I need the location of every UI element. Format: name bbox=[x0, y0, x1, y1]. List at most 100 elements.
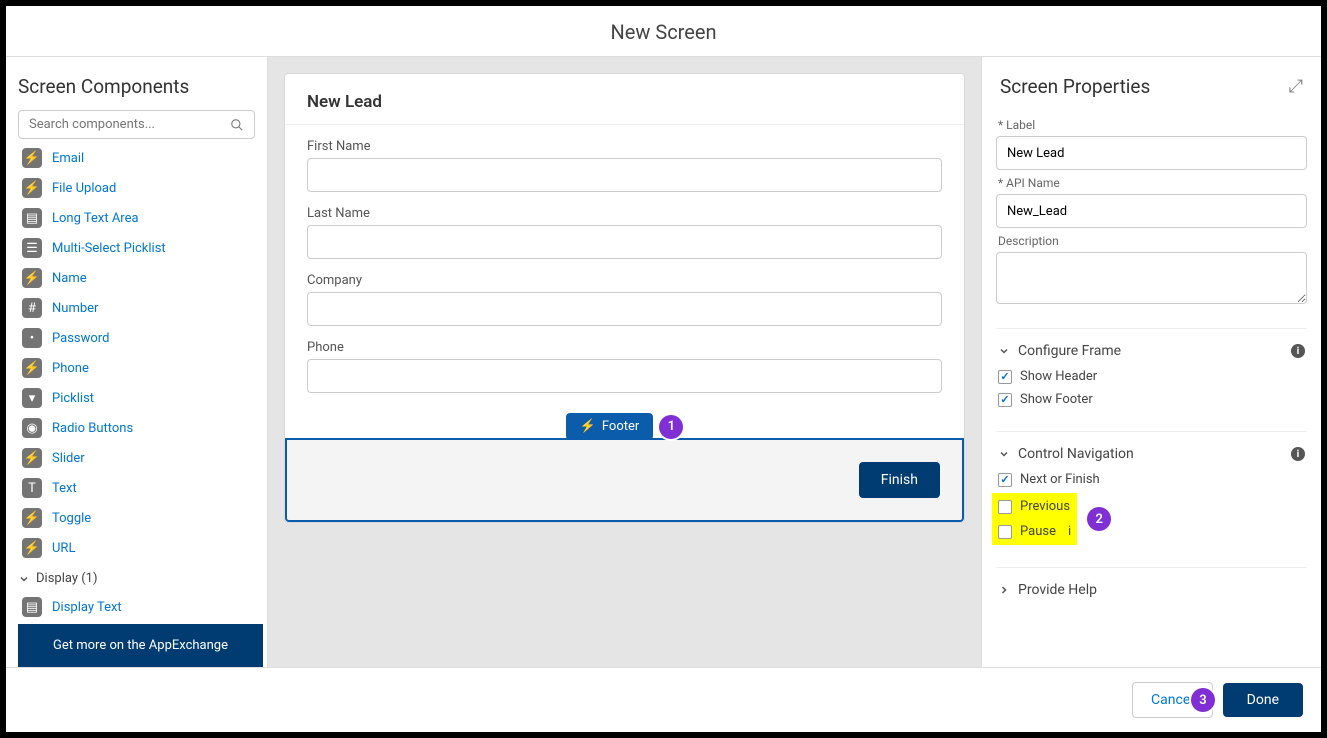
checkbox-label: Show Footer bbox=[1020, 392, 1093, 407]
configure-frame-header[interactable]: Configure Frame i bbox=[996, 337, 1307, 365]
field-label: First Name bbox=[307, 139, 942, 154]
app-frame: New Screen Screen Components ⚡Email ⚡Fil… bbox=[6, 6, 1321, 732]
field-last-name[interactable]: Last Name bbox=[307, 206, 942, 259]
component-password[interactable]: •Password bbox=[18, 323, 263, 353]
annotation-3: 3 bbox=[1191, 688, 1215, 712]
checkbox-label: Pause bbox=[1020, 524, 1056, 539]
field-label: Phone bbox=[307, 340, 942, 355]
field-input[interactable] bbox=[307, 359, 942, 393]
done-button[interactable]: Done bbox=[1223, 683, 1303, 717]
description-input[interactable] bbox=[996, 252, 1307, 304]
description-caption: Description bbox=[998, 234, 1305, 248]
component-url[interactable]: ⚡URL bbox=[18, 533, 263, 563]
textarea-icon: ▤ bbox=[22, 208, 42, 228]
component-long-text-area[interactable]: ▤Long Text Area bbox=[18, 203, 263, 233]
component-name[interactable]: ⚡Name bbox=[18, 263, 263, 293]
properties-scroll: Screen Properties ⤢ * Label * API Name D… bbox=[982, 57, 1321, 667]
display-group-header[interactable]: Display (1) bbox=[18, 563, 263, 592]
provide-help-label: Provide Help bbox=[1018, 582, 1097, 598]
field-company[interactable]: Company bbox=[307, 273, 942, 326]
pause-checkbox[interactable]: Pausei bbox=[996, 520, 1073, 543]
field-label: Company bbox=[307, 273, 942, 288]
lightning-icon: ⚡ bbox=[22, 508, 42, 528]
finish-button[interactable]: Finish bbox=[859, 462, 940, 498]
field-first-name[interactable]: First Name bbox=[307, 139, 942, 192]
checkbox-label: Next or Finish bbox=[1020, 472, 1100, 487]
section-provide-help: Provide Help bbox=[996, 567, 1307, 604]
component-email[interactable]: ⚡Email bbox=[18, 143, 263, 173]
next-or-finish-checkbox[interactable]: Next or Finish bbox=[996, 468, 1307, 491]
lightning-icon: ⚡ bbox=[22, 148, 42, 168]
component-display-text[interactable]: ▤Display Text bbox=[18, 592, 263, 620]
annotation-2: 2 bbox=[1087, 507, 1111, 531]
lightning-icon: ⚡ bbox=[22, 178, 42, 198]
footer-section-selected[interactable]: Finish bbox=[285, 438, 964, 522]
radio-icon: ◉ bbox=[22, 418, 42, 438]
component-multi-select-picklist[interactable]: ☰Multi-Select Picklist bbox=[18, 233, 263, 263]
lightning-icon: ⚡ bbox=[22, 538, 42, 558]
annotation-1: 1 bbox=[659, 415, 683, 439]
component-file-upload[interactable]: ⚡File Upload bbox=[18, 173, 263, 203]
configure-frame-label: Configure Frame bbox=[1018, 343, 1121, 359]
footer-chip-label: Footer bbox=[602, 419, 639, 434]
lightning-icon: ⚡ bbox=[22, 448, 42, 468]
checkbox-icon bbox=[998, 393, 1012, 407]
info-icon[interactable]: i bbox=[1291, 447, 1305, 461]
modal-footer: Cancel 3 Done bbox=[6, 667, 1321, 732]
section-configure-frame: Configure Frame i Show Header Show Foote… bbox=[996, 328, 1307, 411]
field-input[interactable] bbox=[307, 158, 942, 192]
field-label: Last Name bbox=[307, 206, 942, 221]
number-icon: # bbox=[22, 298, 42, 318]
component-slider[interactable]: ⚡Slider bbox=[18, 443, 263, 473]
info-icon[interactable]: i bbox=[1068, 524, 1071, 539]
lightning-icon: ⚡ bbox=[22, 358, 42, 378]
previous-checkbox[interactable]: Previous bbox=[996, 495, 1073, 518]
info-icon[interactable]: i bbox=[1291, 344, 1305, 358]
chevron-down-icon bbox=[18, 573, 30, 585]
component-toggle[interactable]: ⚡Toggle bbox=[18, 503, 263, 533]
main-layout: Screen Components ⚡Email ⚡File Upload ▤L… bbox=[6, 57, 1321, 667]
footer-tag-row: ⚡ Footer 1 bbox=[285, 413, 964, 440]
checkbox-icon bbox=[998, 500, 1012, 514]
display-text-icon: ▤ bbox=[22, 597, 42, 617]
label-input[interactable] bbox=[996, 136, 1307, 170]
section-control-navigation: Control Navigation i Next or Finish Prev… bbox=[996, 431, 1307, 547]
provide-help-header[interactable]: Provide Help bbox=[996, 576, 1307, 604]
control-navigation-header[interactable]: Control Navigation i bbox=[996, 440, 1307, 468]
component-picklist[interactable]: ▾Picklist bbox=[18, 383, 263, 413]
field-input[interactable] bbox=[307, 292, 942, 326]
show-header-checkbox[interactable]: Show Header bbox=[996, 365, 1307, 388]
field-phone[interactable]: Phone bbox=[307, 340, 942, 393]
footer-chip[interactable]: ⚡ Footer bbox=[566, 413, 654, 440]
component-list: ⚡Email ⚡File Upload ▤Long Text Area ☰Mul… bbox=[18, 143, 263, 620]
form-body: First Name Last Name Company Phone bbox=[285, 125, 964, 423]
password-icon: • bbox=[22, 328, 42, 348]
expand-icon[interactable]: ⤢ bbox=[1289, 76, 1303, 97]
highlighted-nav-options: Previous Pausei bbox=[992, 493, 1077, 545]
component-phone[interactable]: ⚡Phone bbox=[18, 353, 263, 383]
checkbox-label: Previous bbox=[1020, 499, 1070, 514]
chevron-down-icon bbox=[998, 448, 1010, 460]
checkbox-icon bbox=[998, 473, 1012, 487]
control-navigation-label: Control Navigation bbox=[1018, 446, 1134, 462]
api-name-input[interactable] bbox=[996, 194, 1307, 228]
chevron-right-icon bbox=[998, 584, 1010, 596]
api-name-caption: * API Name bbox=[998, 176, 1305, 190]
appexchange-button[interactable]: Get more on the AppExchange bbox=[18, 624, 263, 667]
label-caption: * Label bbox=[998, 118, 1305, 132]
show-footer-checkbox[interactable]: Show Footer bbox=[996, 388, 1307, 411]
picklist-icon: ▾ bbox=[22, 388, 42, 408]
component-text[interactable]: TText bbox=[18, 473, 263, 503]
checkbox-label: Show Header bbox=[1020, 369, 1097, 384]
component-radio-buttons[interactable]: ◉Radio Buttons bbox=[18, 413, 263, 443]
field-input[interactable] bbox=[307, 225, 942, 259]
checkbox-icon bbox=[998, 370, 1012, 384]
left-panel: Screen Components ⚡Email ⚡File Upload ▤L… bbox=[6, 57, 268, 667]
text-icon: T bbox=[22, 478, 42, 498]
component-search[interactable] bbox=[18, 110, 255, 139]
properties-panel: Screen Properties ⤢ * Label * API Name D… bbox=[981, 57, 1321, 667]
lightning-icon: ⚡ bbox=[22, 268, 42, 288]
search-input[interactable] bbox=[29, 117, 230, 132]
display-group-label: Display (1) bbox=[36, 571, 98, 586]
component-number[interactable]: #Number bbox=[18, 293, 263, 323]
